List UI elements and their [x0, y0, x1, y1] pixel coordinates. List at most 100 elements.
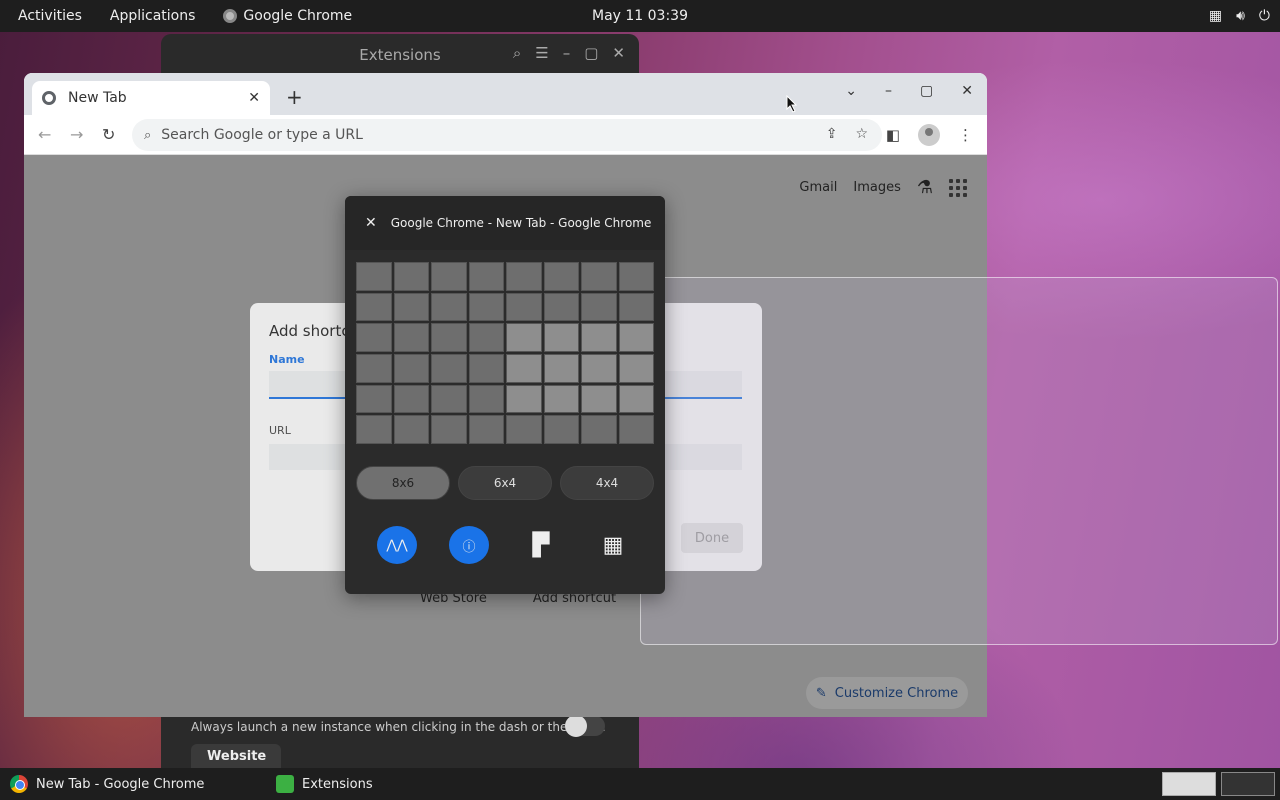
- power-icon[interactable]: ⏻: [1259, 8, 1270, 24]
- extensions-titlebar[interactable]: Extensions ⌕ ☰ – ▢ ✕: [161, 34, 639, 76]
- omnibox[interactable]: ⌕ Search Google or type a URL ⇪ ☆: [132, 119, 882, 151]
- tile-cell[interactable]: [618, 323, 654, 352]
- close-icon[interactable]: ✕: [365, 215, 377, 231]
- tile-cell[interactable]: [543, 415, 579, 444]
- auto-tile-icon[interactable]: ⋀⋀: [377, 526, 417, 564]
- tab-close-icon[interactable]: ✕: [248, 90, 260, 106]
- images-link[interactable]: Images: [853, 180, 901, 195]
- workspace-1[interactable]: [1162, 772, 1216, 796]
- tile-cell[interactable]: [506, 353, 542, 383]
- gmail-link[interactable]: Gmail: [799, 180, 837, 195]
- minimize-icon[interactable]: –: [885, 83, 892, 99]
- minimize-icon[interactable]: –: [563, 44, 571, 62]
- tile-cell[interactable]: [543, 292, 579, 322]
- maximize-icon[interactable]: ▢: [584, 44, 598, 62]
- tile-cell[interactable]: [581, 262, 617, 291]
- clock[interactable]: May 11 03:39: [592, 8, 688, 24]
- reload-icon[interactable]: ↻: [102, 125, 115, 144]
- apps-grid-icon[interactable]: [949, 178, 967, 197]
- preset-4x4[interactable]: 4x4: [560, 466, 654, 500]
- tile-cell[interactable]: [431, 323, 467, 352]
- tile-cell[interactable]: [618, 353, 654, 383]
- tile-cell[interactable]: [431, 262, 467, 291]
- tiler-tools: ⋀⋀ ⓘ ▛ ▦: [377, 526, 633, 564]
- window-layout-icon[interactable]: ▦: [1209, 8, 1222, 24]
- pencil-icon: ✎: [815, 685, 827, 701]
- new-instance-toggle[interactable]: [565, 715, 605, 737]
- bookmark-star-icon[interactable]: ☆: [855, 126, 868, 142]
- workspace-2[interactable]: [1221, 772, 1275, 796]
- applications-menu[interactable]: Applications: [96, 0, 210, 32]
- close-icon[interactable]: ✕: [961, 83, 973, 99]
- tile-cell[interactable]: [356, 262, 392, 291]
- menu-icon[interactable]: ☰: [535, 44, 548, 62]
- tile-cell[interactable]: [393, 384, 429, 414]
- mouse-cursor-icon: [786, 95, 798, 113]
- tile-cell[interactable]: [543, 262, 579, 291]
- tile-cell[interactable]: [581, 415, 617, 444]
- tile-cell[interactable]: [468, 415, 504, 444]
- tile-cell[interactable]: [468, 353, 504, 383]
- grid-layout-icon[interactable]: ▦: [593, 526, 633, 564]
- tile-cell[interactable]: [506, 384, 542, 414]
- tile-cell[interactable]: [581, 292, 617, 322]
- tile-cell[interactable]: [506, 262, 542, 291]
- tile-cell[interactable]: [543, 323, 579, 352]
- volume-icon[interactable]: 🔊︎: [1236, 8, 1245, 24]
- tile-cell[interactable]: [393, 262, 429, 291]
- tab-new-tab[interactable]: New Tab ✕: [32, 81, 270, 115]
- labs-flask-icon[interactable]: ⚗: [917, 177, 933, 198]
- tile-cell[interactable]: [356, 415, 392, 444]
- tile-cell[interactable]: [618, 384, 654, 414]
- tile-cell[interactable]: [506, 292, 542, 322]
- tile-cell[interactable]: [393, 353, 429, 383]
- more-menu-icon[interactable]: ⋮: [958, 126, 973, 144]
- profile-avatar-icon[interactable]: [918, 124, 940, 146]
- tile-cell[interactable]: [431, 384, 467, 414]
- tile-cell[interactable]: [393, 292, 429, 322]
- tile-cell[interactable]: [468, 292, 504, 322]
- close-icon[interactable]: ✕: [612, 44, 625, 62]
- tile-cell[interactable]: [356, 323, 392, 352]
- tile-grid[interactable]: [356, 262, 654, 444]
- tile-cell[interactable]: [506, 415, 542, 444]
- system-tray[interactable]: ▦ 🔊︎ ⏻: [1209, 0, 1270, 32]
- tile-cell[interactable]: [618, 415, 654, 444]
- search-icon[interactable]: ⌕: [513, 44, 521, 62]
- preset-6x4[interactable]: 6x4: [458, 466, 552, 500]
- main-layout-icon[interactable]: ▛: [521, 526, 561, 564]
- tile-cell[interactable]: [506, 323, 542, 352]
- forward-arrow-icon[interactable]: →: [70, 125, 83, 144]
- tile-cell[interactable]: [581, 353, 617, 383]
- tile-cell[interactable]: [356, 292, 392, 322]
- tile-cell[interactable]: [356, 384, 392, 414]
- tile-cell[interactable]: [618, 262, 654, 291]
- tile-cell[interactable]: [468, 384, 504, 414]
- task-chrome[interactable]: New Tab - Google Chrome: [10, 768, 204, 800]
- back-arrow-icon[interactable]: ←: [38, 125, 51, 144]
- info-icon[interactable]: ⓘ: [449, 526, 489, 564]
- new-tab-plus-icon[interactable]: +: [286, 85, 303, 109]
- customize-chrome-button[interactable]: ✎ Customize Chrome: [806, 677, 968, 709]
- tile-cell[interactable]: [581, 384, 617, 414]
- tile-cell[interactable]: [393, 323, 429, 352]
- tab-search-chevron-icon[interactable]: ⌄: [845, 83, 857, 99]
- tile-cell[interactable]: [543, 384, 579, 414]
- activities-button[interactable]: Activities: [0, 0, 96, 32]
- tile-cell[interactable]: [431, 292, 467, 322]
- tile-cell[interactable]: [431, 415, 467, 444]
- tile-cell[interactable]: [581, 323, 617, 352]
- preset-8x6[interactable]: 8x6: [356, 466, 450, 500]
- tile-cell[interactable]: [393, 415, 429, 444]
- maximize-icon[interactable]: ▢: [920, 83, 933, 99]
- side-panel-icon[interactable]: ◧: [886, 126, 900, 144]
- tile-cell[interactable]: [618, 292, 654, 322]
- tile-cell[interactable]: [356, 353, 392, 383]
- app-menu[interactable]: Google Chrome: [209, 0, 366, 32]
- tile-cell[interactable]: [468, 262, 504, 291]
- task-extensions[interactable]: Extensions: [276, 768, 373, 800]
- tile-cell[interactable]: [468, 323, 504, 352]
- tile-cell[interactable]: [431, 353, 467, 383]
- tile-cell[interactable]: [543, 353, 579, 383]
- share-icon[interactable]: ⇪: [826, 126, 838, 142]
